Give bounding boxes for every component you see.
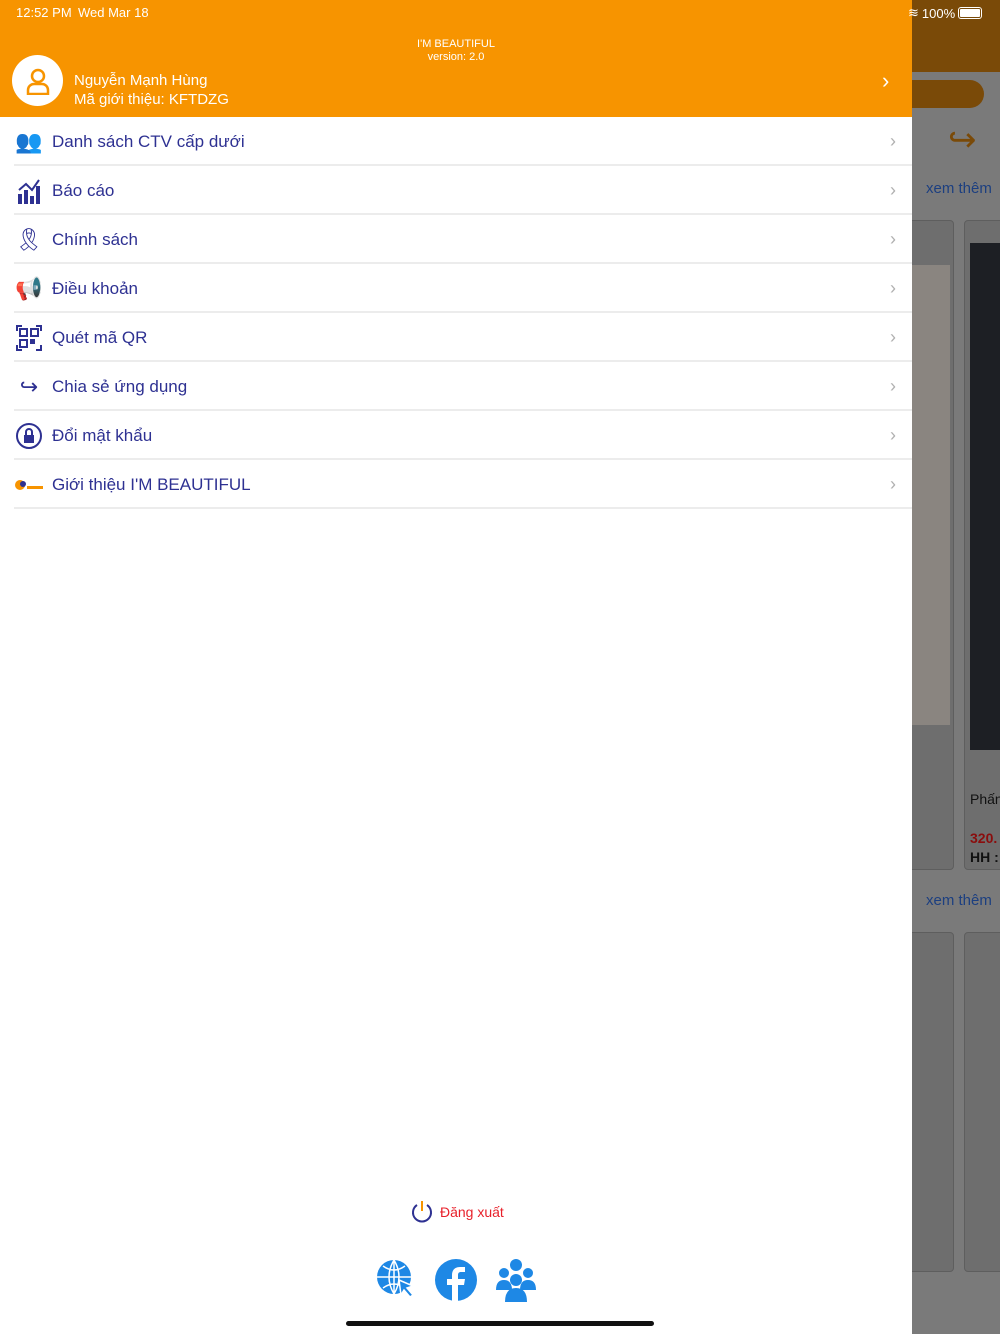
menu-item-label: Đổi mật khẩu xyxy=(52,425,153,445)
background-card xyxy=(964,932,1000,1272)
background-card xyxy=(908,932,954,1272)
community-icon[interactable] xyxy=(494,1258,538,1302)
menu-item-about[interactable]: Giới thiệu I'M BEAUTIFUL › xyxy=(0,460,912,509)
background-commission: HH : xyxy=(970,849,999,865)
menu-item-label: Báo cáo xyxy=(52,180,115,200)
qr-icon xyxy=(14,323,44,353)
background-price: 320. xyxy=(970,830,998,846)
app-name: I'M BEAUTIFUL xyxy=(417,38,495,50)
chevron-right-icon: › xyxy=(890,425,896,445)
chevron-right-icon: › xyxy=(890,131,896,151)
menu-item-subordinates[interactable]: 👥 Danh sách CTV cấp dưới › xyxy=(0,117,912,166)
wifi-icon: ≋ xyxy=(908,5,919,20)
status-date: Wed Mar 18 xyxy=(78,5,149,20)
menu-item-label: Điều khoản xyxy=(52,278,139,298)
logout-button[interactable]: Đăng xuất xyxy=(410,1200,504,1224)
avatar xyxy=(12,55,63,106)
logout-label: Đăng xuất xyxy=(440,1204,504,1220)
menu-item-label: Quét mã QR xyxy=(52,327,148,347)
background-product-image xyxy=(912,265,950,725)
menu-item-label: Giới thiệu I'M BEAUTIFUL xyxy=(52,474,251,494)
background-product-name: Phấn xyxy=(970,791,1000,807)
menu-item-share-app[interactable]: ↪ Chia sẻ ứng dụng › xyxy=(0,362,912,411)
megaphone-icon: 📢 xyxy=(15,275,43,301)
user-name: Nguyễn Mạnh Hùng xyxy=(74,72,208,89)
background-see-more: xem thêm xyxy=(926,180,992,197)
status-right: ≋ 100% xyxy=(908,5,983,21)
chevron-right-icon: › xyxy=(890,327,896,347)
chevron-right-icon: › xyxy=(890,474,896,494)
chevron-right-icon: › xyxy=(890,180,896,200)
side-drawer: 12:52 PM Wed Mar 18 I'M BEAUTIFUL versio… xyxy=(0,0,912,1334)
ribbon-icon: 🎗 xyxy=(15,226,43,252)
menu-item-policy[interactable]: 🎗 Chính sách › xyxy=(0,215,912,264)
lock-icon xyxy=(14,421,44,451)
status-time: 12:52 PM xyxy=(16,5,72,20)
user-icon xyxy=(26,68,49,95)
facebook-icon[interactable] xyxy=(434,1258,478,1302)
referral-code: Mã giới thiệu: KFTDZG xyxy=(74,91,229,108)
menu-item-label: Chia sẻ ứng dụng xyxy=(52,376,188,396)
background-search xyxy=(912,80,984,108)
menu-item-terms[interactable]: 📢 Điều khoản › xyxy=(0,264,912,313)
menu-item-change-password[interactable]: Đổi mật khẩu › xyxy=(0,411,912,460)
menu-item-label: Chính sách xyxy=(52,229,138,249)
menu-list: 👥 Danh sách CTV cấp dưới › Báo cáo › 🎗 Chính… xyxy=(0,117,912,509)
home-indicator[interactable] xyxy=(346,1321,654,1326)
chart-icon xyxy=(14,176,44,206)
logo-icon xyxy=(14,470,44,500)
power-icon xyxy=(412,1201,432,1223)
background-see-more: xem thêm xyxy=(926,892,992,909)
menu-item-label: Danh sách CTV cấp dưới xyxy=(52,131,245,151)
battery-percent: 100% xyxy=(921,5,956,21)
battery-icon xyxy=(958,7,983,19)
share-icon: ↪ xyxy=(19,373,39,399)
chevron-right-icon: › xyxy=(890,278,896,298)
background-share-icon: ↪ xyxy=(948,121,977,159)
background-page: ↪ xem thêm Phấn 320. HH : xem thêm xyxy=(908,0,1000,1334)
menu-item-scan-qr[interactable]: Quét mã QR › xyxy=(0,313,912,362)
users-icon: 👥 xyxy=(15,128,43,154)
menu-item-report[interactable]: Báo cáo › xyxy=(0,166,912,215)
chevron-right-icon: › xyxy=(890,229,896,249)
chevron-right-icon: › xyxy=(882,68,890,93)
drawer-header: 12:52 PM Wed Mar 18 I'M BEAUTIFUL versio… xyxy=(0,0,912,117)
chevron-right-icon: › xyxy=(890,376,896,396)
background-product-image xyxy=(970,243,1000,750)
app-version: version: 2.0 xyxy=(427,51,485,63)
website-icon[interactable] xyxy=(375,1258,419,1302)
